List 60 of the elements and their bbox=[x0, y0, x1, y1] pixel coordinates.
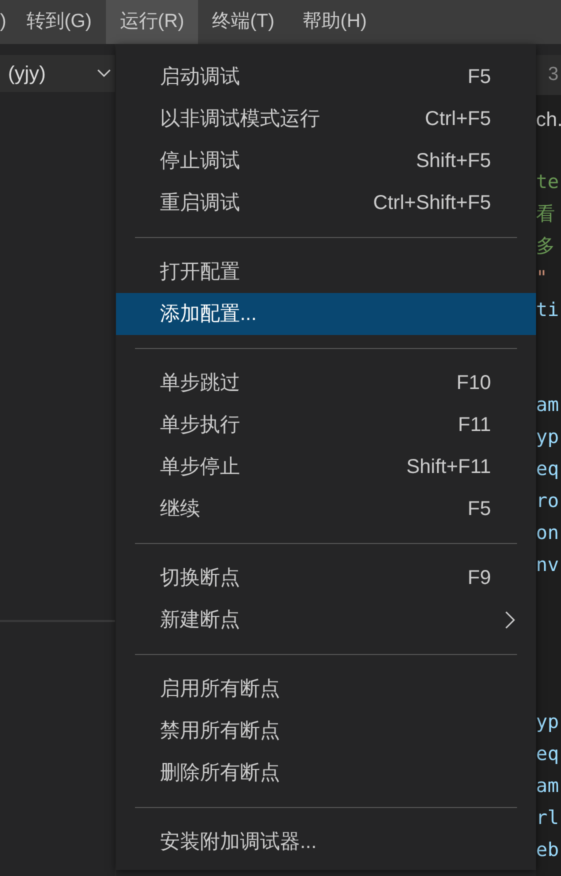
menu-item[interactable]: 停止调试 Shift+F5 bbox=[116, 140, 536, 182]
menu-item[interactable]: 继续 F5 bbox=[116, 488, 536, 530]
menu-item-label: 重启调试 bbox=[160, 191, 240, 216]
menu-item[interactable]: 安装附加调试器... bbox=[116, 821, 536, 863]
menu-item-label: 新建断点 bbox=[160, 608, 240, 633]
menu-bar-item[interactable]: ) bbox=[0, 0, 12, 44]
shortcut-label: Ctrl+F5 bbox=[424, 107, 491, 132]
menu-item[interactable]: 禁用所有断点 bbox=[116, 710, 536, 752]
menu-item[interactable]: 新建断点 bbox=[116, 599, 536, 641]
menu-item[interactable]: 启用所有断点 bbox=[116, 668, 536, 710]
shortcut-label: F9 bbox=[468, 566, 491, 591]
chevron-down-icon bbox=[97, 69, 111, 78]
code-fragment: eq bbox=[536, 742, 560, 767]
code-fragment: 看 bbox=[536, 202, 556, 227]
code-fragment: yp bbox=[536, 425, 560, 450]
shortcut-label: F11 bbox=[458, 413, 491, 438]
shortcut-label: Ctrl+Shift+F5 bbox=[373, 191, 491, 216]
menu-item[interactable]: 单步停止 Shift+F11 bbox=[116, 446, 536, 488]
menu-item[interactable]: 删除所有断点 bbox=[116, 752, 536, 794]
menu-item[interactable]: 重启调试 Ctrl+Shift+F5 bbox=[116, 182, 536, 224]
code-fragment: rl bbox=[536, 806, 560, 831]
menu-item-label: 切换断点 bbox=[160, 566, 240, 591]
menu-item-label: 停止调试 bbox=[160, 149, 240, 174]
code-fragment: " bbox=[536, 266, 548, 291]
shortcut-label: Shift+F11 bbox=[406, 455, 491, 480]
menu-bar-item[interactable]: 转到(G) bbox=[12, 0, 106, 44]
menu-item[interactable]: 切换断点 F9 bbox=[116, 557, 536, 599]
menu-item-label: 单步跳过 bbox=[160, 371, 240, 396]
shortcut-label: F5 bbox=[468, 497, 491, 522]
menu-item-label: 单步执行 bbox=[160, 413, 240, 438]
debug-config-dropdown[interactable]: (yjy) bbox=[0, 55, 115, 92]
menu-item-label: 单步停止 bbox=[160, 455, 240, 480]
code-fragment: ti bbox=[536, 298, 560, 323]
shortcut-label: F5 bbox=[468, 65, 491, 90]
menu-item[interactable]: 以非调试模式运行 Ctrl+F5 bbox=[116, 98, 536, 140]
code-fragment: on bbox=[536, 521, 560, 546]
menu-item[interactable]: 启动调试 F5 bbox=[116, 56, 536, 98]
code-fragment: am bbox=[536, 774, 560, 799]
menu-item-label: 启动调试 bbox=[160, 65, 240, 90]
menu-item[interactable]: 打开配置 bbox=[116, 251, 536, 293]
code-fragment: yp bbox=[536, 710, 560, 735]
menu-bar-item[interactable]: 帮助(H) bbox=[288, 0, 381, 44]
menu-bar-item[interactable]: 运行(R) bbox=[106, 0, 198, 44]
menu-bar-item[interactable]: 终端(T) bbox=[198, 0, 288, 44]
code-fragment: eb bbox=[536, 838, 560, 863]
code-fragment: eq bbox=[536, 457, 560, 482]
code-fragment: 多 bbox=[536, 234, 556, 259]
code-fragment: ro bbox=[536, 489, 560, 514]
menu-item[interactable]: 单步执行 F11 bbox=[116, 404, 536, 446]
code-fragment: am bbox=[536, 393, 560, 418]
menu-item-label: 继续 bbox=[160, 497, 200, 522]
editor-tab[interactable]: 3 bbox=[536, 55, 561, 95]
chevron-right-icon bbox=[505, 611, 515, 629]
menu-item[interactable]: 添加配置... bbox=[116, 293, 536, 335]
shortcut-label: Shift+F5 bbox=[416, 149, 491, 174]
shortcut-label: F10 bbox=[456, 371, 491, 396]
code-fragment: nv bbox=[536, 553, 560, 578]
menu-item[interactable]: 单步跳过 F10 bbox=[116, 362, 536, 404]
code-fragment: te bbox=[536, 170, 560, 195]
menu-item-label: 以非调试模式运行 bbox=[160, 107, 320, 132]
